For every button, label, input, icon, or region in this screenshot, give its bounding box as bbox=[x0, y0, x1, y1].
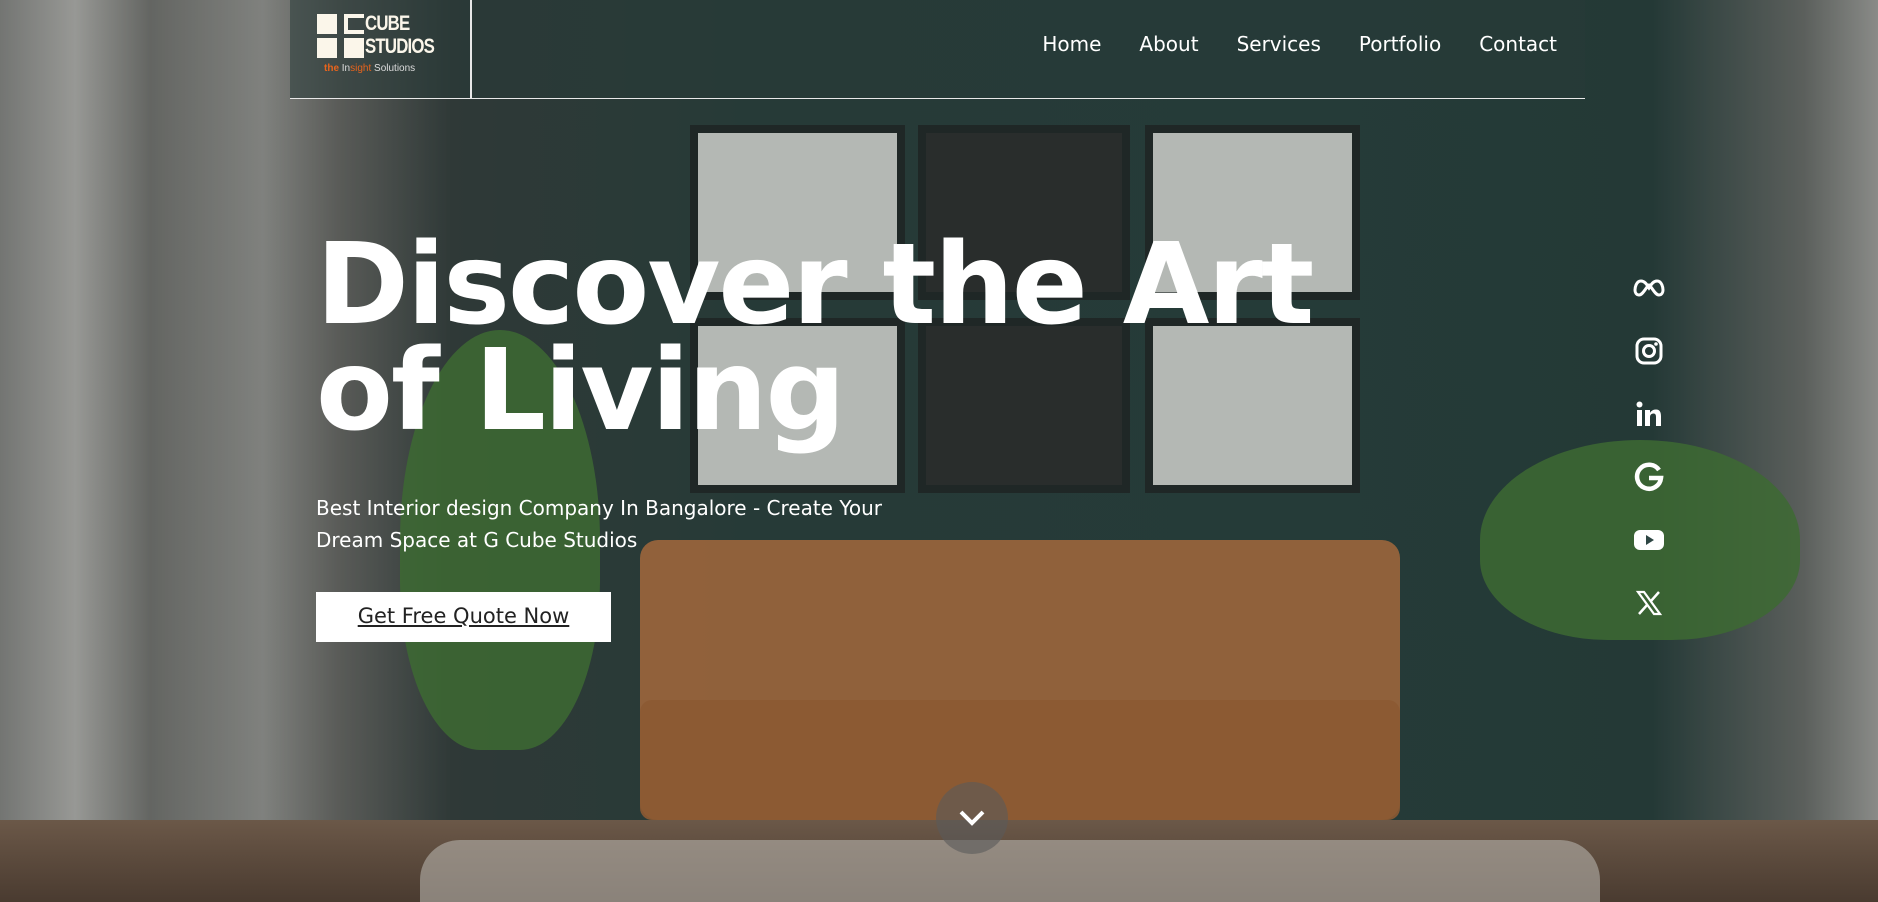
nav-about[interactable]: About bbox=[1139, 32, 1198, 56]
nav-home[interactable]: Home bbox=[1042, 32, 1101, 56]
scroll-down-button[interactable] bbox=[936, 782, 1008, 854]
main-nav: Home About Services Portfolio Contact bbox=[1042, 32, 1557, 56]
hero-section: Discover the Art of Living Best Interior… bbox=[316, 220, 1416, 642]
nav-portfolio[interactable]: Portfolio bbox=[1359, 32, 1441, 56]
nav-services[interactable]: Services bbox=[1237, 32, 1321, 56]
chevron-down-icon bbox=[959, 810, 985, 826]
youtube-icon[interactable] bbox=[1633, 525, 1665, 555]
google-icon[interactable] bbox=[1633, 462, 1665, 492]
x-icon[interactable] bbox=[1633, 588, 1665, 618]
hero-subtitle: Best Interior design Company In Bangalor… bbox=[316, 496, 883, 552]
nav-contact[interactable]: Contact bbox=[1479, 32, 1557, 56]
meta-icon[interactable] bbox=[1633, 273, 1665, 303]
logo-tagline: the Insight Solutions bbox=[324, 63, 416, 74]
rug bbox=[420, 840, 1600, 902]
get-free-quote-button[interactable]: Get Free Quote Now bbox=[316, 592, 611, 642]
header-divider bbox=[470, 0, 472, 99]
logo[interactable]: CUBE STUDIOS the Insight Solutions bbox=[317, 12, 437, 78]
sofa-seat bbox=[640, 700, 1400, 820]
social-links bbox=[1633, 273, 1665, 618]
site-header: CUBE STUDIOS the Insight Solutions Home … bbox=[290, 0, 1585, 99]
linkedin-icon[interactable] bbox=[1633, 399, 1665, 429]
instagram-icon[interactable] bbox=[1633, 336, 1665, 366]
hero-title: Discover the Art of Living bbox=[316, 220, 1314, 456]
